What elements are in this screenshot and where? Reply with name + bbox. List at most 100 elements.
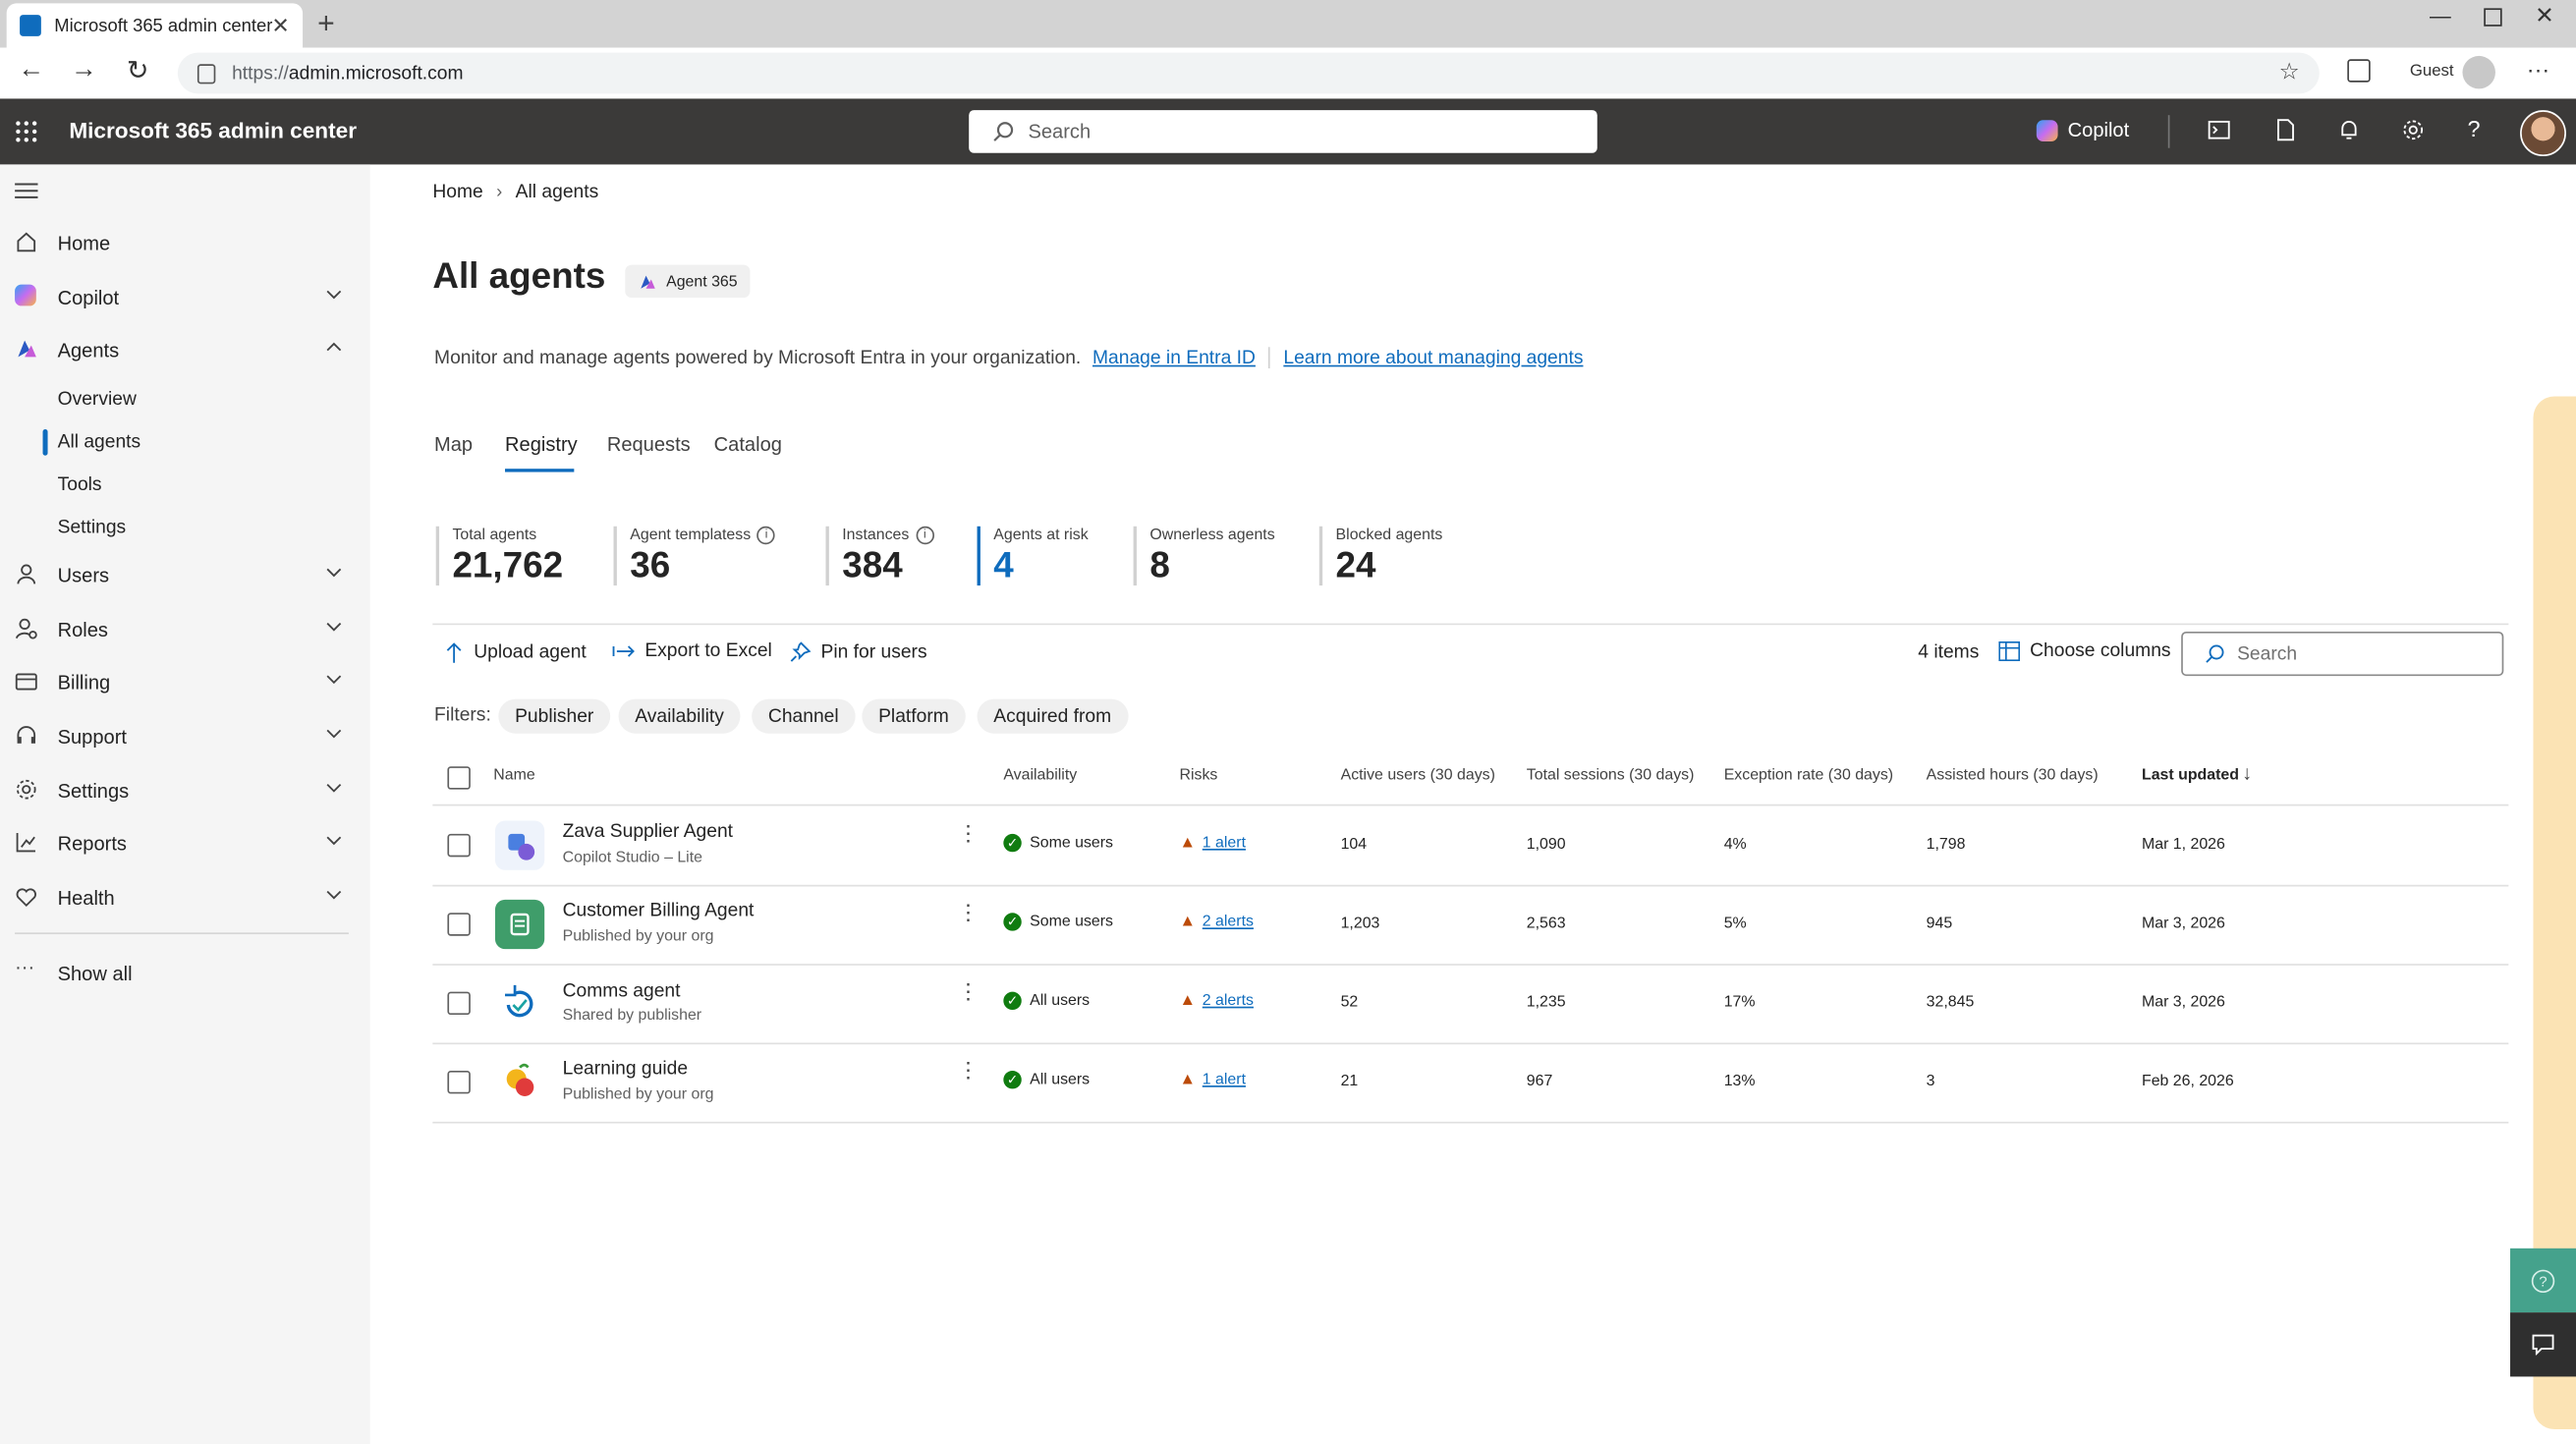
- back-icon[interactable]: ←: [18, 56, 44, 85]
- column-header-availability[interactable]: Availability: [1003, 766, 1077, 784]
- breadcrumb-home[interactable]: Home: [432, 183, 482, 202]
- alerts-link[interactable]: 2 alerts: [1203, 913, 1254, 930]
- tab-selected-indicator: [505, 469, 575, 472]
- tab-map[interactable]: Map: [434, 432, 473, 455]
- row-more-options-icon[interactable]: ⋮: [957, 1059, 979, 1081]
- info-icon[interactable]: i: [916, 526, 934, 545]
- column-header-active-users[interactable]: Active users (30 days): [1341, 766, 1495, 784]
- metric-agents-at-risk[interactable]: Agents at risk 4: [977, 526, 1089, 586]
- row-more-options-icon[interactable]: ⋮: [957, 902, 979, 923]
- nav-item-copilot[interactable]: Copilot: [0, 273, 370, 322]
- column-header-risks[interactable]: Risks: [1179, 766, 1217, 784]
- agent-name[interactable]: Zava Supplier Agent: [563, 822, 733, 842]
- export-excel-button[interactable]: Export to Excel: [612, 641, 772, 661]
- column-header-total-sessions[interactable]: Total sessions (30 days): [1527, 766, 1695, 784]
- column-header-assisted-hours[interactable]: Assisted hours (30 days): [1927, 766, 2099, 784]
- nav-item-support[interactable]: Support: [0, 712, 370, 761]
- nav-item-home[interactable]: Home: [0, 219, 370, 268]
- new-tab-icon[interactable]: +: [317, 7, 335, 41]
- agent-name[interactable]: Learning guide: [563, 1059, 688, 1079]
- settings-gear-icon[interactable]: [2402, 119, 2429, 145]
- nav-sub-all-agents[interactable]: All agents: [58, 432, 141, 452]
- availability-value: All users: [1030, 991, 1091, 1011]
- filter-channel[interactable]: Channel: [752, 698, 856, 734]
- row-checkbox[interactable]: [447, 913, 471, 936]
- learn-more-link[interactable]: Learn more about managing agents: [1283, 348, 1583, 367]
- nav-show-all[interactable]: ··· Show all: [0, 949, 370, 998]
- exception-rate-value: 5%: [1723, 914, 1747, 933]
- close-tab-icon[interactable]: ✕: [271, 13, 289, 39]
- user-avatar[interactable]: [2520, 110, 2566, 157]
- copilot-button[interactable]: Copilot: [2036, 119, 2129, 141]
- alerts-link[interactable]: 1 alert: [1203, 1071, 1246, 1088]
- terminal-icon[interactable]: [2208, 119, 2234, 145]
- alerts-link[interactable]: 2 alerts: [1203, 992, 1254, 1010]
- table-row[interactable]: Learning guide Published by your org ⋮ ✓…: [432, 1043, 2509, 1124]
- app-title[interactable]: Microsoft 365 admin center: [69, 119, 357, 143]
- metric-label: Instances: [842, 526, 910, 545]
- nav-item-roles[interactable]: Roles: [0, 605, 370, 654]
- choose-columns-button[interactable]: Choose columns: [1998, 640, 2171, 661]
- agent-name[interactable]: Customer Billing Agent: [563, 902, 755, 921]
- profile-avatar-icon[interactable]: [2462, 55, 2495, 89]
- metric-value: 36: [630, 544, 671, 586]
- filter-platform[interactable]: Platform: [862, 698, 966, 734]
- document-icon[interactable]: [2273, 119, 2300, 145]
- minimize-icon[interactable]: —: [2430, 3, 2451, 28]
- agent-365-badge: Agent 365: [625, 264, 752, 299]
- row-checkbox[interactable]: [447, 1070, 471, 1094]
- nav-sub-tools[interactable]: Tools: [58, 475, 102, 495]
- sort-descending-icon[interactable]: ↓: [2242, 761, 2252, 784]
- alerts-link[interactable]: 1 alert: [1203, 834, 1246, 852]
- favorites-star-icon[interactable]: ☆: [2279, 58, 2300, 85]
- close-window-icon[interactable]: ✕: [2535, 2, 2554, 29]
- table-row[interactable]: Customer Billing Agent Published by your…: [432, 885, 2509, 966]
- filter-publisher[interactable]: Publisher: [498, 698, 611, 734]
- nav-sub-settings[interactable]: Settings: [58, 518, 127, 537]
- forward-icon[interactable]: →: [71, 56, 97, 85]
- notifications-bell-icon[interactable]: [2337, 119, 2364, 145]
- row-more-options-icon[interactable]: ⋮: [957, 980, 979, 1002]
- row-checkbox[interactable]: [447, 833, 471, 858]
- column-header-name[interactable]: Name: [493, 766, 534, 784]
- tab-catalog[interactable]: Catalog: [714, 432, 782, 455]
- collapse-nav-icon[interactable]: [15, 183, 38, 199]
- app-launcher-icon[interactable]: [15, 120, 37, 142]
- maximize-icon[interactable]: [2484, 8, 2502, 27]
- tab-requests[interactable]: Requests: [607, 432, 691, 455]
- collections-icon[interactable]: [2347, 59, 2371, 83]
- tab-registry[interactable]: Registry: [505, 432, 578, 455]
- column-header-exception-rate[interactable]: Exception rate (30 days): [1724, 766, 1893, 784]
- column-header-last-updated[interactable]: Last updated: [2142, 766, 2239, 784]
- info-icon[interactable]: i: [756, 526, 776, 545]
- browser-menu-icon[interactable]: ···: [2527, 56, 2549, 83]
- table-row[interactable]: Comms agent Shared by publisher ⋮ ✓ All …: [432, 964, 2509, 1045]
- global-search-input[interactable]: Search: [969, 110, 1597, 153]
- help-icon[interactable]: ?: [2467, 115, 2493, 141]
- row-more-options-icon[interactable]: ⋮: [957, 822, 979, 844]
- nav-item-agents[interactable]: Agents: [0, 326, 370, 375]
- table-search-input[interactable]: Search: [2181, 631, 2504, 677]
- nav-sub-overview[interactable]: Overview: [58, 390, 137, 410]
- manage-entra-link[interactable]: Manage in Entra ID: [1092, 348, 1256, 367]
- address-bar[interactable]: https:// admin.microsoft.com ☆: [177, 52, 2320, 94]
- feedback-float-button[interactable]: [2510, 1312, 2576, 1377]
- agent-name[interactable]: Comms agent: [563, 982, 681, 1002]
- select-all-checkbox[interactable]: [447, 766, 471, 790]
- nav-item-reports[interactable]: Reports: [0, 819, 370, 868]
- risks-cell: ▲ 2 alerts: [1179, 913, 1253, 930]
- table-row[interactable]: Zava Supplier Agent Copilot Studio – Lit…: [432, 805, 2509, 887]
- upload-agent-button[interactable]: Upload agent: [444, 641, 587, 664]
- filter-acquired-from[interactable]: Acquired from: [977, 698, 1128, 734]
- refresh-icon[interactable]: ↻: [127, 54, 148, 86]
- pin-for-users-button[interactable]: Pin for users: [790, 641, 927, 663]
- profile-label[interactable]: Guest: [2410, 63, 2454, 81]
- help-float-button[interactable]: ?: [2510, 1248, 2576, 1313]
- nav-item-health[interactable]: Health: [0, 873, 370, 922]
- browser-tab[interactable]: Microsoft 365 admin center ✕: [6, 3, 304, 48]
- row-checkbox[interactable]: [447, 991, 471, 1016]
- nav-item-billing[interactable]: Billing: [0, 658, 370, 707]
- filter-availability[interactable]: Availability: [618, 698, 741, 734]
- nav-item-users[interactable]: Users: [0, 551, 370, 600]
- nav-item-settings[interactable]: Settings: [0, 766, 370, 815]
